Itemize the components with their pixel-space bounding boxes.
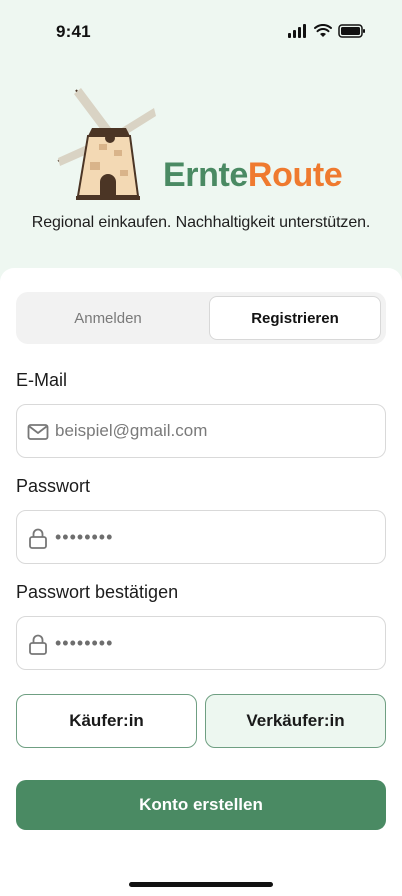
tab-register[interactable]: Registrieren [209,296,381,340]
brand-area: ErnteRoute [0,70,402,230]
auth-sheet: Anmelden Registrieren E-Mail Passwort ••… [0,268,402,896]
mail-icon [27,424,49,440]
email-label: E-Mail [16,370,68,390]
brand-title-part1: Ernte [163,156,248,194]
signal-icon [288,24,306,38]
password-field[interactable]: •••••••• [16,510,386,564]
email-field[interactable] [16,404,386,458]
status-time: 9:41 [56,22,91,41]
auth-tabs: Anmelden Registrieren [16,292,386,344]
confirm-password-field[interactable]: •••••••• [16,616,386,670]
status-icons [288,24,366,38]
confirm-password-value[interactable]: •••••••• [55,617,113,669]
wifi-icon [314,24,332,37]
status-bar: 9:41 [0,0,402,64]
confirm-password-label: Passwort bestätigen [16,582,179,602]
tab-login[interactable]: Anmelden [20,296,196,340]
lock-icon [29,528,47,549]
brand-title-part2: Route [247,156,343,194]
windmill-logo [57,88,156,200]
password-value[interactable]: •••••••• [55,511,113,563]
email-input[interactable] [55,405,375,457]
tagline: Regional einkaufen. Nachhaltigkeit unter… [31,214,371,231]
role-buyer-button[interactable]: Käufer:in [16,694,197,748]
brand-title: ErnteRoute [163,156,343,194]
lock-icon [29,634,47,655]
create-account-button[interactable]: Konto erstellen [16,780,386,830]
battery-icon [338,24,365,38]
role-seller-button[interactable]: Verkäufer:in [205,694,386,748]
home-indicator [129,882,273,887]
password-label: Passwort [16,476,91,496]
hero-header: 9:41 ErnteRoute Regional einkaufen. Nach… [0,0,402,290]
